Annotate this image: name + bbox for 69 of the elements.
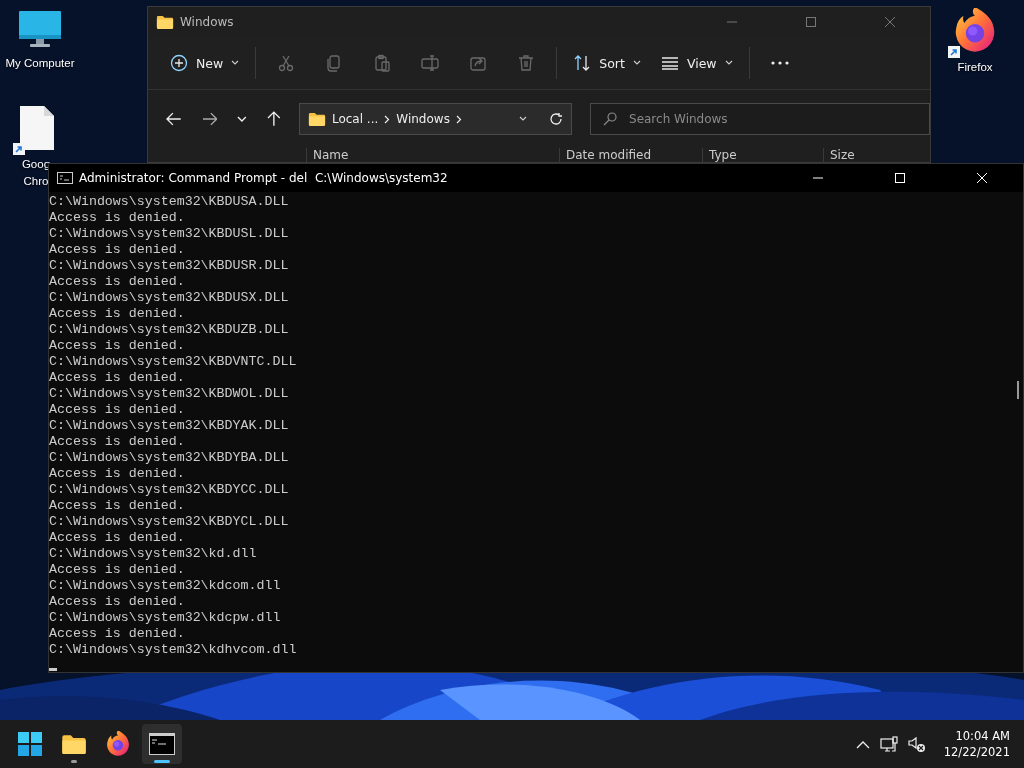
console-line: Access is denied. xyxy=(49,562,185,578)
firefox-icon xyxy=(105,731,131,757)
refresh-icon[interactable] xyxy=(549,112,563,126)
console-line: Access is denied. xyxy=(49,498,185,514)
console-line: Access is denied. xyxy=(49,210,185,226)
console-line: Access is denied. xyxy=(49,274,185,290)
console-line: C:\Windows\system32\kdcpw.dll xyxy=(49,610,281,626)
icon-label[interactable]: Firefox xyxy=(957,60,993,75)
address-bar[interactable]: Local ... Windows xyxy=(298,103,572,135)
document-icon xyxy=(17,105,55,151)
console-line: Access is denied. xyxy=(49,370,185,386)
breadcrumb[interactable]: Windows xyxy=(396,112,450,126)
clock-date[interactable]: 12/22/2021 xyxy=(943,744,1010,760)
console-line: C:\Windows\system32\KBDUZB.DLL xyxy=(49,322,289,338)
chevron-down-icon xyxy=(724,60,733,66)
icon-label[interactable]: My Computer xyxy=(5,56,75,71)
console-line: C:\Windows\system32\KBDYBA.DLL xyxy=(49,450,289,466)
window-title: Administrator: Command Prompt - del C:\Windows\system32 xyxy=(79,171,448,185)
console-line: Access is denied. xyxy=(49,530,185,546)
search-field[interactable]: Search Windows xyxy=(590,103,930,135)
taskbar-app-button[interactable] xyxy=(142,724,182,764)
icon-label[interactable]: Chro xyxy=(23,174,49,189)
folder-icon xyxy=(61,733,87,755)
chevron-down-icon xyxy=(632,60,641,66)
windows-logo-icon xyxy=(18,732,42,756)
console-line: Access is denied. xyxy=(49,402,185,418)
console-line: C:\Windows\system32\KBDUSL.DLL xyxy=(49,226,289,242)
scrollbar-thumb[interactable] xyxy=(1017,381,1019,399)
console-line: C:\Windows\system32\KBDUSX.DLL xyxy=(49,290,289,306)
sort-button[interactable]: Sort xyxy=(563,45,651,81)
chevron-down-icon xyxy=(231,60,240,66)
breadcrumb[interactable]: Local ... xyxy=(331,112,379,126)
view-button[interactable]: View xyxy=(650,45,743,81)
add-icon xyxy=(170,54,188,72)
new-button[interactable]: New xyxy=(160,45,250,81)
console-line: Access is denied. xyxy=(49,594,185,610)
console-line: C:\Windows\system32\KBDYAK.DLL xyxy=(49,418,289,434)
sort-icon xyxy=(573,54,592,72)
monitor-icon xyxy=(18,10,62,50)
console-line: C:\Windows\system32\kdhvcom.dll xyxy=(49,642,297,658)
search-icon xyxy=(603,112,617,126)
folder-icon xyxy=(156,14,174,30)
folder-icon xyxy=(307,111,326,127)
clock-time[interactable]: 10:04 AM xyxy=(955,728,1010,744)
chevron-right-icon xyxy=(384,114,391,124)
console-line: C:\Windows\system32\KBDYCL.DLL xyxy=(49,514,289,530)
console-line: Access is denied. xyxy=(49,434,185,450)
chevron-up-icon[interactable] xyxy=(855,739,870,749)
chevron-down-icon xyxy=(519,116,527,122)
console-line: C:\Windows\system32\KBDWOL.DLL xyxy=(49,386,289,402)
network-icon[interactable] xyxy=(879,735,898,753)
window-title: Windows xyxy=(180,15,234,29)
console-line: C:\Windows\system32\kd.dll xyxy=(49,546,257,562)
terminal-icon xyxy=(57,172,73,184)
console-line: C:\Windows\system32\KBDUSR.DLL xyxy=(49,258,289,274)
console-line: C:\Windows\system32\kdcom.dll xyxy=(49,578,281,594)
console-line: Access is denied. xyxy=(49,306,185,322)
console-line: Access is denied. xyxy=(49,242,185,258)
console-line: Access is denied. xyxy=(49,626,185,642)
chevron-right-icon xyxy=(455,114,462,124)
console-line: Access is denied. xyxy=(49,338,185,354)
speaker-muted-icon[interactable] xyxy=(907,735,926,753)
terminal-icon xyxy=(149,733,175,755)
console-line: C:\Windows\system32\KBDYCC.DLL xyxy=(49,482,289,498)
console-line: C:\Windows\system32\KBDUSA.DLL xyxy=(49,194,289,210)
text-cursor xyxy=(49,668,57,671)
list-icon xyxy=(660,54,679,72)
console-line: Access is denied. xyxy=(49,466,185,482)
console-line: C:\Windows\system32\KBDVNTC.DLL xyxy=(49,354,297,370)
